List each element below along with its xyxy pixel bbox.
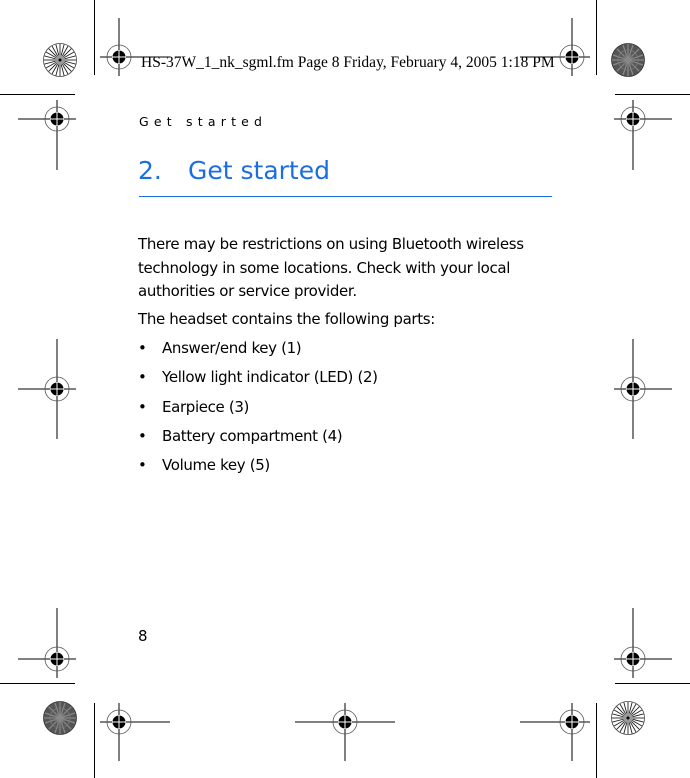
registration-mark-left-middle-icon (18, 339, 76, 439)
bullet-icon: • (138, 339, 147, 357)
registration-mark-right-middle-icon (614, 339, 672, 439)
registration-mark-right-upper-icon (614, 100, 672, 170)
restrictions-paragraph: There may be restrictions on using Bluet… (138, 235, 524, 300)
bullet-icon: • (138, 368, 147, 387)
starburst-light-top-left-icon (43, 43, 77, 77)
running-head: Get started (139, 114, 268, 129)
list-item-text: Earpiece (3) (162, 397, 250, 416)
bullet-icon: • (138, 397, 147, 416)
crop-line-top-right-vertical (596, 0, 597, 75)
starburst-dark-bottom-left-icon (43, 701, 77, 735)
print-file-info: HS-37W_1_nk_sgml.fm Page 8 Friday, Febru… (141, 54, 555, 71)
starburst-light-bottom-right-icon (611, 701, 645, 735)
list-item-text: Battery compartment (4) (162, 426, 343, 445)
chapter-title: Get started (188, 156, 330, 185)
list-item: • Battery compartment (4) (138, 425, 378, 454)
crop-line-top-left-vertical (94, 0, 95, 75)
registration-mark-bottom-right-icon (520, 703, 590, 761)
starburst-dark-top-right-icon (611, 43, 645, 77)
chapter-number: 2. (138, 156, 162, 185)
registration-mark-bottom-center-icon (295, 703, 395, 761)
crop-line-bottom-left-vertical (94, 703, 95, 778)
chapter-heading: 2. Get started (138, 156, 330, 185)
list-item: • Earpiece (3) (138, 396, 378, 425)
registration-mark-right-lower-icon (614, 608, 672, 678)
list-item: • Volume key (5) (138, 454, 378, 483)
parts-list: • Answer/end key (1) • Yellow light indica… (138, 337, 378, 483)
list-item-text: Volume key (5) (162, 456, 270, 475)
crop-line-right-top-horizontal (615, 94, 690, 95)
crop-line-bottom-right-vertical (596, 703, 597, 778)
crop-line-left-bottom-horizontal (0, 683, 75, 684)
page-number: 8 (138, 627, 148, 645)
list-item-text: Yellow light indicator (LED) (2) (162, 368, 378, 387)
bullet-icon: • (138, 456, 147, 475)
crop-line-left-top-horizontal (0, 94, 75, 95)
list-item: • Yellow light indicator (LED) (2) (138, 366, 378, 395)
parts-intro-paragraph: The headset contains the following parts… (138, 310, 435, 328)
bullet-icon: • (138, 426, 147, 445)
chapter-title-rule (139, 196, 552, 197)
list-item: • Answer/end key (1) (138, 337, 378, 366)
registration-mark-bottom-left-icon (100, 703, 170, 761)
list-item-text: Answer/end key (1) (162, 339, 302, 357)
crop-line-right-bottom-horizontal (615, 683, 690, 684)
registration-mark-left-upper-icon (18, 100, 76, 170)
registration-mark-left-lower-icon (18, 608, 76, 678)
